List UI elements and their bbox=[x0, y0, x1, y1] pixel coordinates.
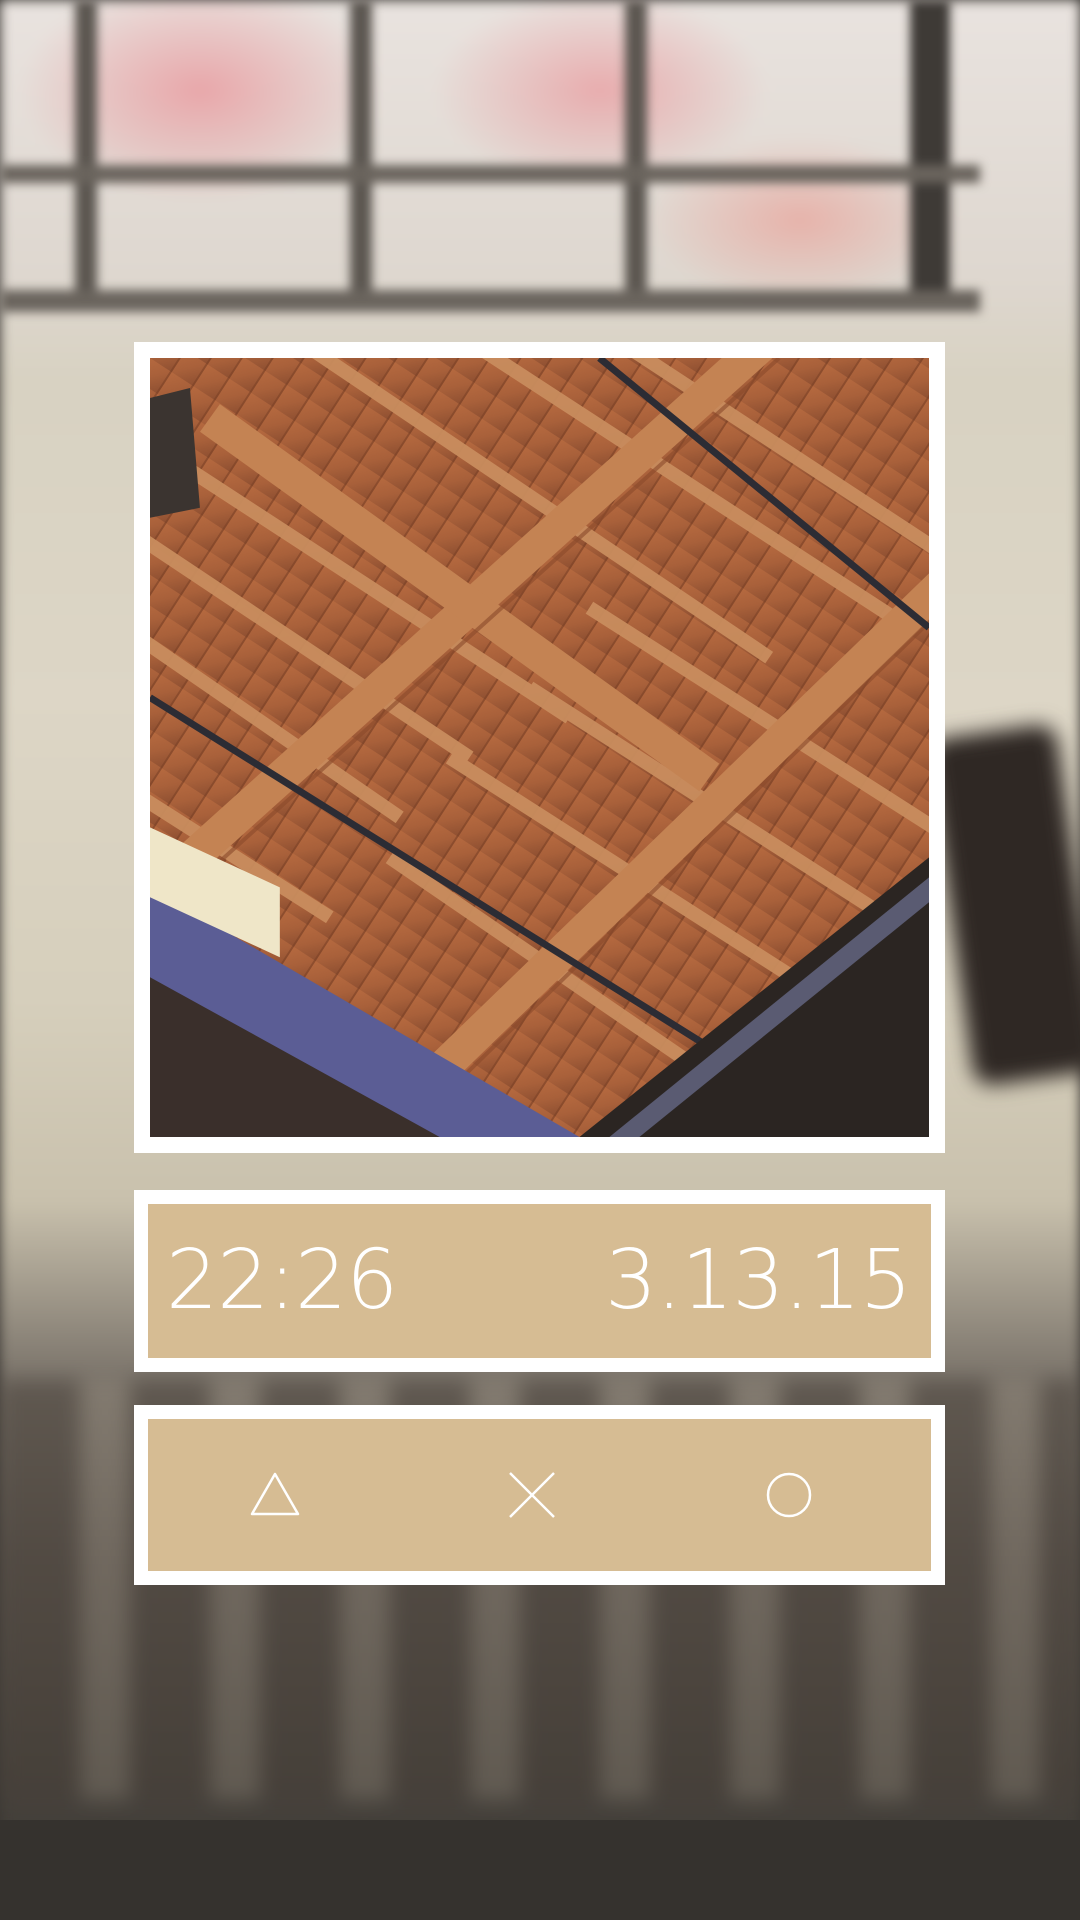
photo-card[interactable] bbox=[134, 342, 945, 1153]
triangle-icon bbox=[250, 1472, 300, 1516]
cross-icon bbox=[509, 1472, 555, 1518]
circle-button[interactable] bbox=[757, 1463, 821, 1527]
clock-panel: 22:26 3.13.15 bbox=[134, 1190, 945, 1372]
ceiling-image bbox=[150, 358, 929, 1137]
cross-button[interactable] bbox=[500, 1463, 564, 1527]
action-panel bbox=[134, 1405, 945, 1585]
background-floor bbox=[0, 1820, 1080, 1920]
circle-icon bbox=[766, 1472, 812, 1518]
triangle-button[interactable] bbox=[243, 1463, 307, 1527]
clock-time: 22:26 bbox=[166, 1233, 398, 1328]
lock-screen: 22:26 3.13.15 bbox=[0, 0, 1080, 1920]
clock-panel-inner: 22:26 3.13.15 bbox=[148, 1204, 931, 1358]
clock-date: 3.13.15 bbox=[605, 1233, 912, 1328]
action-panel-inner bbox=[148, 1419, 931, 1571]
background-window bbox=[0, 0, 1080, 320]
wooden-ceiling-photo bbox=[150, 358, 929, 1137]
